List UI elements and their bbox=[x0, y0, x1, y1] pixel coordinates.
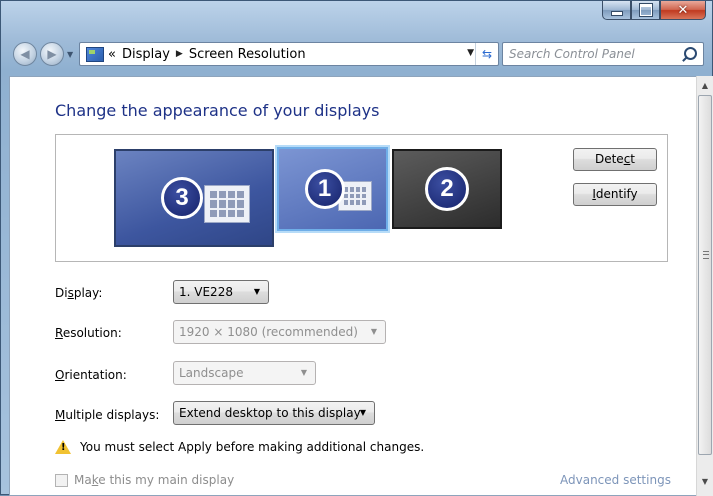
multiple-displays-select-value: Extend desktop to this display bbox=[179, 406, 361, 420]
detect-button[interactable]: Detect bbox=[573, 148, 657, 171]
monitor-number-badge: 2 bbox=[425, 167, 469, 211]
orientation-select-value: Landscape bbox=[179, 366, 244, 380]
monitor-number-badge: 3 bbox=[161, 177, 203, 219]
address-dropdown-icon[interactable]: ▼ bbox=[467, 48, 474, 58]
arrow-right-icon: ▶ bbox=[47, 47, 57, 61]
main-display-checkbox[interactable] bbox=[55, 473, 68, 487]
resolution-label: Resolution: bbox=[55, 326, 122, 340]
close-icon: ✕ bbox=[677, 2, 689, 18]
breadcrumb-prefix[interactable]: « bbox=[108, 47, 116, 62]
chevron-down-icon: ▼ bbox=[370, 327, 377, 336]
resolution-select-value: 1920 × 1080 (recommended) bbox=[179, 325, 358, 339]
scroll-up-icon[interactable]: ▲ bbox=[697, 78, 713, 94]
display-label: Display: bbox=[55, 286, 103, 300]
breadcrumb-separator-icon[interactable]: ▶ bbox=[176, 49, 183, 59]
monitor-2[interactable]: 2 bbox=[392, 149, 502, 229]
chevron-down-icon: ▼ bbox=[300, 368, 307, 377]
vertical-scrollbar[interactable]: ▲ ▼ bbox=[696, 76, 713, 496]
main-display-checkbox-row[interactable]: Make this my main display bbox=[55, 473, 234, 487]
arrow-left-icon: ◀ bbox=[20, 47, 30, 61]
monitor-arrangement-panel: 3 1 2 Detect Identify bbox=[55, 134, 668, 262]
orientation-select[interactable]: Landscape ▼ bbox=[173, 361, 316, 385]
address-bar[interactable]: « Display ▶ Screen Resolution ▼ ⇆ bbox=[79, 42, 499, 66]
scroll-down-icon[interactable]: ▼ bbox=[697, 474, 713, 490]
content-pane: Change the appearance of your displays 3… bbox=[9, 76, 697, 496]
chevron-down-icon: ▼ bbox=[359, 408, 366, 417]
recent-pages-dropdown[interactable]: ▼ bbox=[67, 50, 73, 59]
main-display-label: Make this my main display bbox=[74, 473, 235, 487]
resolution-select[interactable]: 1920 × 1080 (recommended) ▼ bbox=[173, 320, 386, 344]
back-button[interactable]: ◀ bbox=[13, 42, 37, 66]
window-frame: ✕ ◀ ▶ ▼ « Display ▶ Screen Resolution ▼ … bbox=[0, 0, 713, 496]
search-placeholder: Search Control Panel bbox=[509, 47, 635, 61]
display-select-value: 1. VE228 bbox=[179, 285, 233, 299]
control-panel-icon bbox=[86, 46, 104, 62]
secondary-display-icon bbox=[204, 185, 250, 223]
maximize-icon bbox=[639, 4, 652, 16]
maximize-button[interactable] bbox=[631, 1, 660, 20]
refresh-icon: ⇆ bbox=[481, 47, 493, 61]
warning-icon bbox=[55, 440, 71, 454]
refresh-button[interactable]: ⇆ bbox=[475, 43, 498, 65]
page-title: Change the appearance of your displays bbox=[55, 101, 380, 120]
display-select[interactable]: 1. VE228 ▼ bbox=[173, 280, 269, 304]
multiple-displays-label: Multiple displays: bbox=[55, 408, 160, 422]
scroll-thumb[interactable] bbox=[698, 95, 712, 455]
monitor-3[interactable]: 3 bbox=[114, 149, 274, 247]
grip-icon bbox=[703, 251, 709, 259]
apply-warning: You must select Apply before making addi… bbox=[55, 440, 424, 454]
identify-button[interactable]: Identify bbox=[573, 183, 657, 206]
orientation-label: Orientation: bbox=[55, 368, 127, 382]
breadcrumb-screen-resolution[interactable]: Screen Resolution bbox=[189, 47, 306, 62]
breadcrumb-display[interactable]: Display bbox=[122, 47, 170, 62]
monitor-number-badge: 1 bbox=[304, 169, 345, 209]
close-button[interactable]: ✕ bbox=[660, 1, 706, 20]
advanced-settings-link[interactable]: Advanced settings bbox=[560, 473, 671, 487]
search-icon[interactable] bbox=[684, 47, 697, 60]
minimize-icon bbox=[610, 11, 623, 16]
minimize-button[interactable] bbox=[602, 1, 631, 20]
search-input[interactable]: Search Control Panel bbox=[502, 42, 704, 66]
warning-text: You must select Apply before making addi… bbox=[80, 440, 425, 454]
caption-buttons: ✕ bbox=[602, 1, 706, 21]
title-bar: ✕ bbox=[1, 1, 712, 37]
navigation-bar: ◀ ▶ ▼ « Display ▶ Screen Resolution ▼ ⇆ … bbox=[9, 40, 704, 70]
multiple-displays-select[interactable]: Extend desktop to this display ▼ bbox=[173, 401, 375, 425]
monitor-1-selected[interactable]: 1 bbox=[277, 147, 388, 231]
forward-button[interactable]: ▶ bbox=[40, 42, 64, 66]
chevron-down-icon: ▼ bbox=[253, 287, 260, 296]
